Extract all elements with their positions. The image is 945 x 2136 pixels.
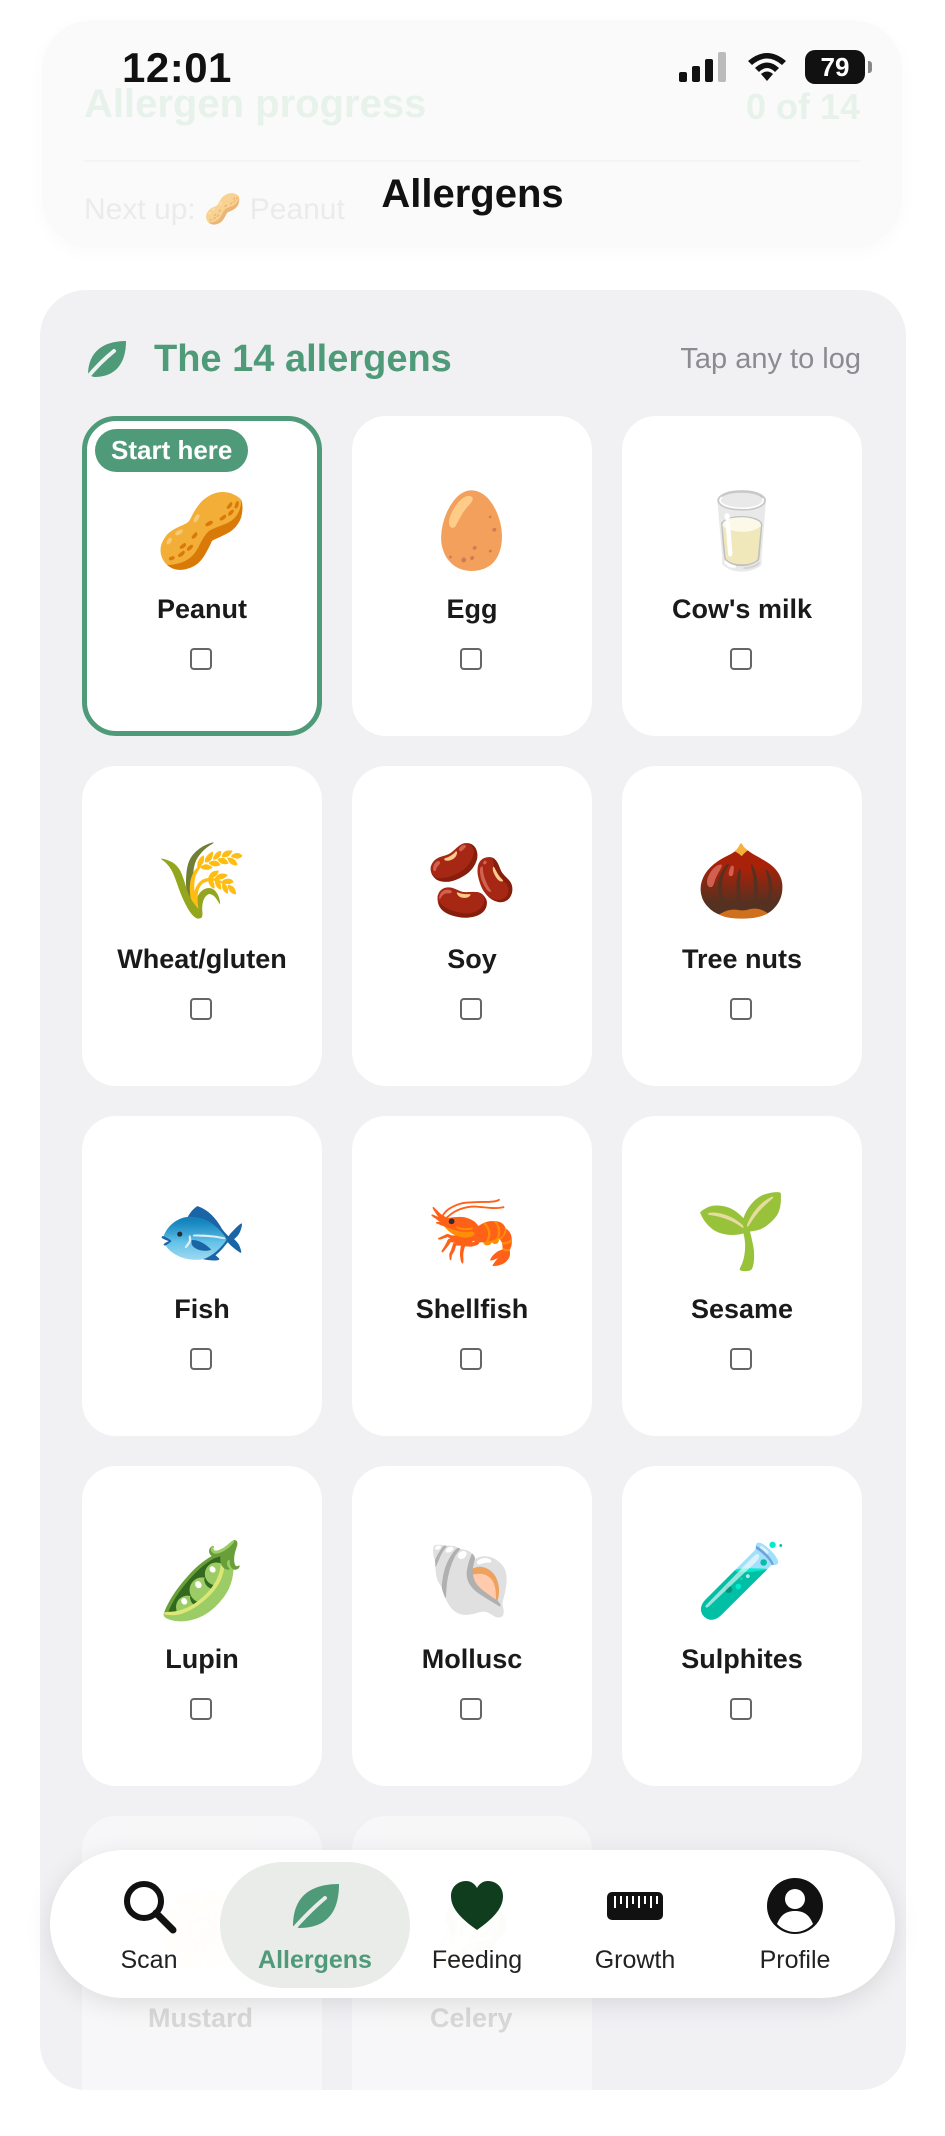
peanut-icon: 🥜 [155, 489, 249, 572]
tab-growth[interactable]: Growth [560, 1850, 710, 1998]
allergen-label: Sulphites [681, 1644, 803, 1674]
tab-allergens[interactable]: Allergens [240, 1850, 390, 1998]
pea-pod-icon: 🫛 [155, 1539, 249, 1622]
allergen-card-mollusc[interactable]: 🐚 Mollusc [352, 1466, 592, 1786]
allergen-checkbox[interactable] [190, 1348, 212, 1370]
ruler-icon [607, 1892, 663, 1920]
allergen-card-egg[interactable]: 🥚 Egg [352, 416, 592, 736]
signal-icon [679, 52, 726, 82]
test-tube-icon: 🧪 [695, 1539, 789, 1622]
allergen-checkbox[interactable] [460, 648, 482, 670]
allergen-label: Lupin [165, 1644, 239, 1674]
allergen-label: Peanut [156, 594, 248, 624]
allergen-label: Egg [446, 594, 498, 624]
shrimp-icon: 🦐 [425, 1189, 519, 1272]
allergen-card-sulphites[interactable]: 🧪 Sulphites [622, 1466, 862, 1786]
leaf-icon [289, 1884, 339, 1934]
allergen-label: Soy [447, 944, 497, 974]
tab-label: Growth [594, 1946, 676, 1974]
allergen-label: Tree nuts [681, 944, 803, 974]
leaf-icon [84, 341, 126, 381]
shell-icon: 🐚 [425, 1539, 519, 1622]
bottom-tab-bar: Scan Allergens Feeding Growth Profile [50, 1850, 895, 1998]
status-time: 12:01 [122, 44, 232, 91]
progress-count: 0 of 14 [745, 86, 860, 127]
allergen-card-peanut[interactable]: Start here 🥜 Peanut [82, 416, 322, 736]
egg-icon: 🥚 [425, 489, 519, 572]
allergen-label-mustard: Mustard [148, 2003, 254, 2033]
milk-icon: 🥛 [695, 489, 789, 572]
person-icon [767, 1878, 823, 1934]
allergen-checkbox[interactable] [190, 998, 212, 1020]
allergen-card-shellfish[interactable]: 🦐 Shellfish [352, 1116, 592, 1436]
allergen-checkbox[interactable] [730, 998, 752, 1020]
beans-icon: 🫘 [425, 839, 519, 922]
allergen-checkbox[interactable] [730, 648, 752, 670]
allergen-checkbox[interactable] [460, 1348, 482, 1370]
progress-divider [84, 160, 860, 162]
seedling-icon: 🌱 [695, 1189, 789, 1272]
allergen-card-tree-nuts[interactable]: 🌰 Tree nuts [622, 766, 862, 1086]
tab-label: Scan [120, 1946, 178, 1974]
allergen-checkbox[interactable] [460, 998, 482, 1020]
allergen-card-lupin[interactable]: 🫛 Lupin [82, 1466, 322, 1786]
allergen-card-sesame[interactable]: 🌱 Sesame [622, 1116, 862, 1436]
allergen-label: Cow's milk [672, 594, 812, 624]
page-title: Allergens [381, 172, 564, 216]
allergen-checkbox[interactable] [190, 648, 212, 670]
fish-icon: 🐟 [155, 1189, 249, 1272]
section-header: The 14 allergens Tap any to log [82, 334, 861, 384]
tab-scan[interactable]: Scan [74, 1850, 224, 1998]
allergen-label: Sesame [690, 1294, 794, 1324]
status-icons: 79 [679, 50, 872, 84]
allergen-card-wheat-gluten[interactable]: 🌾 Wheat/gluten [82, 766, 322, 1086]
allergen-label: Fish [174, 1294, 230, 1324]
allergen-section: The 14 allergens Tap any to log Start he… [40, 290, 906, 2136]
tab-label: Allergens [258, 1946, 372, 1974]
allergen-card-soy[interactable]: 🫘 Soy [352, 766, 592, 1086]
allergen-label: Wheat/gluten [117, 944, 287, 974]
allergen-label-celery: Celery [430, 2003, 513, 2033]
search-icon [124, 1881, 177, 1934]
section-hint: Tap any to log [680, 342, 861, 375]
allergen-card-fish[interactable]: 🐟 Fish [82, 1116, 322, 1436]
tab-profile[interactable]: Profile [720, 1850, 870, 1998]
tab-label: Feeding [431, 1946, 523, 1974]
tab-label: Profile [759, 1946, 831, 1974]
allergen-checkbox[interactable] [730, 1348, 752, 1370]
allergen-label: Shellfish [415, 1294, 529, 1324]
tab-feeding[interactable]: Feeding [402, 1850, 552, 1998]
allergen-label: Mollusc [421, 1644, 523, 1674]
section-title: The 14 allergens [154, 337, 452, 380]
start-here-badge: Start here [95, 429, 249, 472]
chestnut-icon: 🌰 [695, 839, 789, 922]
battery-icon: 79 [805, 50, 872, 84]
wifi-icon [748, 53, 786, 81]
wheat-icon: 🌾 [155, 839, 249, 922]
allergen-checkbox[interactable] [190, 1698, 212, 1720]
allergen-checkbox[interactable] [730, 1698, 752, 1720]
allergen-checkbox[interactable] [460, 1698, 482, 1720]
heart-icon [451, 1881, 503, 1930]
allergen-card-cows-milk[interactable]: 🥛 Cow's milk [622, 416, 862, 736]
